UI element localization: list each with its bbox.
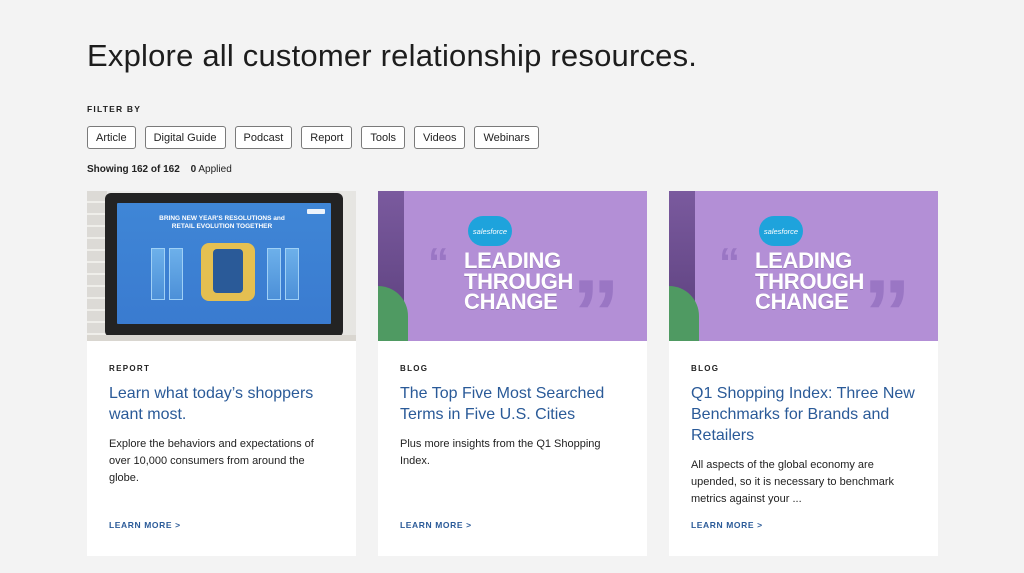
filter-chips: Article Digital Guide Podcast Report Too… xyxy=(87,126,539,149)
filter-chip-podcast[interactable]: Podcast xyxy=(234,126,293,149)
card-image-laptop: BRING NEW YEAR'S RESOLUTIONS and RETAIL … xyxy=(87,191,356,341)
card-description: Explore the behaviors and expectations o… xyxy=(109,438,314,484)
resource-card-1[interactable]: BRING NEW YEAR'S RESOLUTIONS and RETAIL … xyxy=(87,191,356,556)
card-eyebrow: BLOG xyxy=(400,364,429,373)
results-status: Showing 162 of 162 0 Applied xyxy=(87,164,232,175)
card-title[interactable]: Q1 Shopping Index: Three New Benchmarks … xyxy=(691,383,916,446)
learn-more-link[interactable]: LEARN MORE > xyxy=(109,520,181,530)
card-eyebrow: BLOG xyxy=(691,364,720,373)
learn-more-link[interactable]: LEARN MORE > xyxy=(691,520,763,530)
resource-card-2[interactable]: “ ” salesforce LEADING THROUGH CHANGE BL… xyxy=(378,191,647,556)
applied-label: Applied xyxy=(198,164,232,175)
card-description: Plus more insights from the Q1 Shopping … xyxy=(400,438,601,467)
filter-chip-article[interactable]: Article xyxy=(87,126,136,149)
filter-chip-webinars[interactable]: Webinars xyxy=(474,126,539,149)
filter-label: FILTER BY xyxy=(87,104,142,114)
screen-headline: BRING NEW YEAR'S RESOLUTIONS and RETAIL … xyxy=(159,215,285,230)
filter-chip-tools[interactable]: Tools xyxy=(361,126,406,149)
card-image-leading-through-change: “ ” salesforce LEADING THROUGH CHANGE xyxy=(378,191,647,341)
salesforce-logo: salesforce xyxy=(468,216,512,246)
filter-chip-digital-guide[interactable]: Digital Guide xyxy=(144,126,226,149)
card-title[interactable]: Learn what today’s shoppers want most. xyxy=(109,383,334,425)
resource-card-3[interactable]: “ ” salesforce LEADING THROUGH CHANGE BL… xyxy=(669,191,938,556)
results-count: Showing 162 of 162 xyxy=(87,164,180,175)
filter-chip-report[interactable]: Report xyxy=(301,126,353,149)
card-image-leading-through-change: “ ” salesforce LEADING THROUGH CHANGE xyxy=(669,191,938,341)
image-headline: LEADING THROUGH CHANGE xyxy=(464,248,574,314)
card-eyebrow: REPORT xyxy=(109,364,151,373)
filter-chip-videos[interactable]: Videos xyxy=(414,126,466,149)
image-headline: LEADING THROUGH CHANGE xyxy=(755,248,865,314)
card-description: All aspects of the global economy are up… xyxy=(691,459,895,505)
page-title: Explore all customer relationship resour… xyxy=(87,38,698,73)
laptop-screen: BRING NEW YEAR'S RESOLUTIONS and RETAIL … xyxy=(117,203,331,324)
salesforce-logo: salesforce xyxy=(759,216,803,246)
card-title[interactable]: The Top Five Most Searched Terms in Five… xyxy=(400,383,625,425)
applied-count: 0 xyxy=(190,164,197,175)
learn-more-link[interactable]: LEARN MORE > xyxy=(400,520,472,530)
